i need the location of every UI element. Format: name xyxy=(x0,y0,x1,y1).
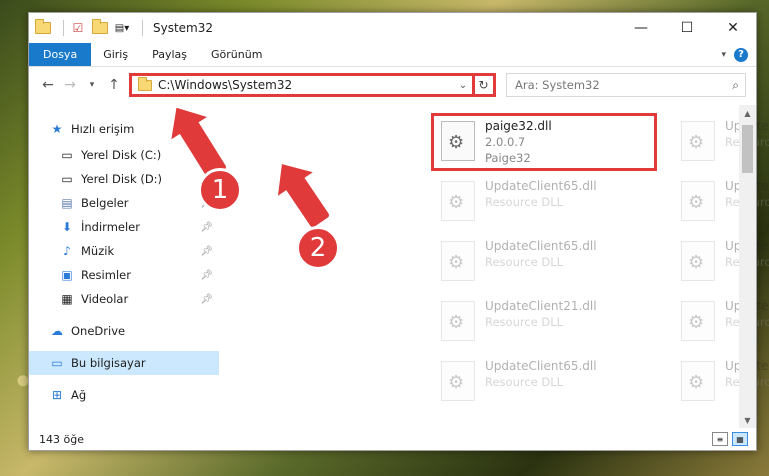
dll-file-icon xyxy=(441,181,475,221)
tab-share[interactable]: Paylaş xyxy=(140,43,199,66)
search-placeholder: Ara: System32 xyxy=(515,78,600,92)
chevron-down-icon[interactable]: ⌄ xyxy=(454,80,472,91)
dll-file-icon xyxy=(441,241,475,281)
help-icon[interactable]: ? xyxy=(734,47,748,62)
file-explorer-window: ☑ ▤▾ System32 — ☐ ✕ Dosya Giriş Paylaş G… xyxy=(28,12,769,451)
file-item[interactable]: UpdateClient65.dllResource DLL xyxy=(441,175,661,229)
sidebar-item-local-disk-d[interactable]: ▭ Yerel Disk (D:) xyxy=(29,167,219,191)
item-count: 143 öğe xyxy=(39,432,84,446)
star-icon: ★ xyxy=(51,122,63,136)
pin-icon[interactable]: 📌︎ xyxy=(200,222,213,233)
customize-toolbar-icon[interactable]: ▤▾ xyxy=(114,20,130,36)
folder-icon xyxy=(35,19,51,36)
folder-icon xyxy=(138,76,152,91)
cloud-icon: ☁ xyxy=(51,324,63,338)
video-icon: ▦ xyxy=(61,292,73,306)
back-button[interactable]: ← xyxy=(37,74,59,96)
search-icon[interactable]: ⌕ xyxy=(732,78,739,93)
file-item[interactable]: UpdateClient65.dllResource DLL xyxy=(441,355,661,409)
scrollbar-thumb[interactable] xyxy=(742,125,753,173)
search-input[interactable]: Ara: System32 ⌕ xyxy=(506,73,746,97)
minimize-button[interactable]: — xyxy=(618,13,664,43)
dll-file-icon xyxy=(441,301,475,341)
scroll-down-icon[interactable]: ▼ xyxy=(739,412,756,428)
close-button[interactable]: ✕ xyxy=(710,13,756,43)
status-bar: 143 öğe ≡ ▦ xyxy=(29,428,756,450)
sidebar-item-music[interactable]: ♪ Müzik 📌︎ xyxy=(29,239,219,263)
file-item[interactable]: UpdateClient65.dllResource DLL xyxy=(441,235,661,289)
maximize-button[interactable]: ☐ xyxy=(664,13,710,43)
pin-icon[interactable]: 📌︎ xyxy=(200,246,213,257)
highlight-box xyxy=(431,113,657,171)
tab-view[interactable]: Görünüm xyxy=(199,43,274,66)
ribbon-tabs: Dosya Giriş Paylaş Görünüm ▾ ? xyxy=(29,43,756,67)
file-item[interactable]: UpdateClient21.dllResource DLL xyxy=(441,295,661,349)
expand-ribbon-icon[interactable]: ▾ xyxy=(721,50,726,60)
dll-file-icon xyxy=(681,301,715,341)
divider xyxy=(63,20,64,36)
dll-file-icon xyxy=(681,361,715,401)
sidebar-item-network[interactable]: ⊞ Ağ xyxy=(29,383,219,407)
dll-file-icon xyxy=(681,121,715,161)
vertical-scrollbar[interactable]: ▲ ▼ xyxy=(739,105,756,428)
sidebar-item-onedrive[interactable]: ☁ OneDrive xyxy=(29,319,219,343)
sidebar-item-this-pc[interactable]: ▭ Bu bilgisayar xyxy=(29,351,219,375)
refresh-button[interactable]: ↻ xyxy=(474,73,496,97)
drive-icon: ▭ xyxy=(61,172,73,186)
pin-icon[interactable]: 📌︎ xyxy=(200,270,213,281)
step-badge-2: 2 xyxy=(296,226,340,270)
large-icons-view-icon[interactable]: ▦ xyxy=(732,432,748,446)
navigation-pane: ★ Hızlı erişim ▭ Yerel Disk (C:) ▭ Yerel… xyxy=(29,105,219,428)
address-path[interactable]: C:\Windows\System32 xyxy=(158,78,454,92)
dll-file-icon xyxy=(681,181,715,221)
forward-button[interactable]: → xyxy=(59,74,81,96)
computer-icon: ▭ xyxy=(51,356,63,370)
scroll-up-icon[interactable]: ▲ xyxy=(739,105,756,121)
new-folder-icon[interactable] xyxy=(92,19,108,36)
divider xyxy=(142,20,143,36)
music-icon: ♪ xyxy=(63,244,71,258)
step-badge-1: 1 xyxy=(198,168,242,212)
sidebar-item-downloads[interactable]: ⬇ İndirmeler 📌︎ xyxy=(29,215,219,239)
download-icon: ⬇ xyxy=(61,220,73,234)
recent-locations-button[interactable]: ▾ xyxy=(81,74,103,96)
sidebar-item-videos[interactable]: ▦ Videolar 📌︎ xyxy=(29,287,219,311)
sidebar-item-pictures[interactable]: ▣ Resimler 📌︎ xyxy=(29,263,219,287)
up-button[interactable]: ↑ xyxy=(103,74,125,96)
navigation-bar: ← → ▾ ↑ C:\Windows\System32 ⌄ ↻ Ara: Sys… xyxy=(29,67,756,103)
documents-icon: ▤ xyxy=(61,196,73,210)
tab-home[interactable]: Giriş xyxy=(91,43,140,66)
pin-icon[interactable]: 📌︎ xyxy=(200,294,213,305)
details-view-icon[interactable]: ≡ xyxy=(712,432,728,446)
tab-file[interactable]: Dosya xyxy=(29,43,92,66)
pictures-icon: ▣ xyxy=(61,268,73,282)
dll-file-icon xyxy=(441,361,475,401)
network-icon: ⊞ xyxy=(51,388,63,402)
drive-icon: ▭ xyxy=(61,148,73,162)
window-title: System32 xyxy=(153,21,214,35)
dll-file-icon xyxy=(681,241,715,281)
address-bar[interactable]: C:\Windows\System32 ⌄ xyxy=(129,73,475,97)
title-bar: ☑ ▤▾ System32 — ☐ ✕ xyxy=(29,13,756,43)
properties-icon[interactable]: ☑ xyxy=(70,20,86,36)
sidebar-item-documents[interactable]: ▤ Belgeler 📌︎ xyxy=(29,191,219,215)
